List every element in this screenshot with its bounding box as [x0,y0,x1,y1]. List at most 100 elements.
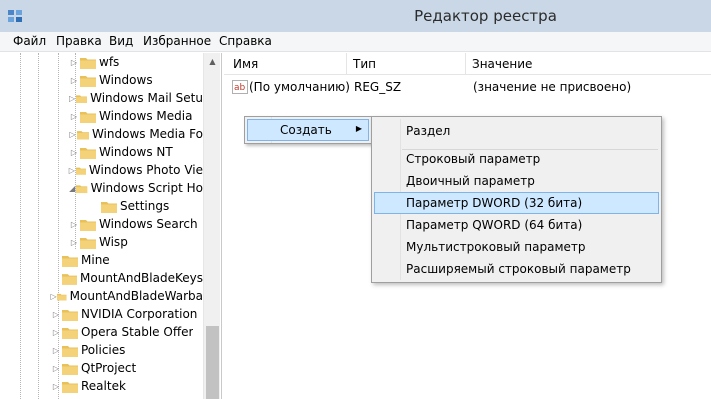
scrollbar-thumb[interactable] [206,326,219,399]
menu-item-label: Мультистроковый параметр [406,240,586,254]
expand-arrow-icon[interactable]: ▷ [50,346,62,355]
menu-item-binary-value[interactable]: Двоичный параметр [374,170,659,192]
menu-item-key[interactable]: Раздел [374,120,659,142]
create-submenu: Раздел Строковый параметр Двоичный парам… [371,116,662,283]
tree-item[interactable]: Mine [50,251,110,269]
window-title: Редактор реестра [414,7,557,25]
tree-item[interactable]: ▷ Opera Stable Offer [50,323,193,341]
menu-file[interactable]: Файл [13,34,46,48]
tree-item-label: MountAndBladeWarba [69,289,203,303]
tree-item[interactable]: MountAndBladeKeys [50,269,203,287]
tree-item-label: Mine [81,253,110,267]
expand-arrow-icon[interactable]: ▷ [68,76,80,85]
tree-item-label: Settings [120,199,170,213]
tree-scrollbar[interactable]: ▲ [203,53,220,399]
expand-arrow-icon[interactable]: ▷ [68,58,80,67]
tree-item-label: QtProject [81,361,137,375]
context-menu: Создать ▶ [244,116,372,144]
scroll-up-arrow-icon[interactable]: ▲ [204,53,221,70]
tree-item[interactable]: ▷ wfs [68,53,119,71]
menu-item-expandable-string-value[interactable]: Расширяемый строковый параметр [374,258,659,280]
menu-item-label: Расширяемый строковый параметр [406,262,631,276]
menu-item-qword-value[interactable]: Параметр QWORD (64 бита) [374,214,659,236]
tree-item[interactable]: ▷ Windows Mail Setu [68,89,203,107]
tree-item-label: Wisp [99,235,128,249]
tree-item[interactable]: ▷ Windows [68,71,153,89]
tree-item-label: MountAndBladeKeys [80,271,203,285]
folder-icon [62,345,78,357]
tree-item-label: Windows Photo Vie [88,163,203,177]
tree-item-label: Opera Stable Offer [81,325,194,339]
tree-item[interactable]: ▷ NVIDIA Corporation [50,305,198,323]
tree-item[interactable]: ▷ Windows Media Fo [68,125,203,143]
tree-item[interactable]: ◢ Windows Script Ho [68,179,203,197]
value-type: REG_SZ [354,80,402,94]
folder-icon [62,381,78,393]
menu-bar: Файл Правка Вид Избранное Справка [0,32,711,52]
expand-arrow-icon[interactable]: ▷ [68,112,80,121]
folder-icon [61,273,78,285]
folder-icon [101,201,117,213]
menu-item-create-label: Создать [280,123,332,137]
folder-icon [75,167,86,175]
string-value-icon: ab [232,80,248,94]
menu-item-dword-value[interactable]: Параметр DWORD (32 бита) [374,192,659,214]
tree-item-label: Windows NT [99,145,173,159]
tree-item[interactable]: Settings [89,197,170,215]
folder-icon [80,111,96,123]
expand-arrow-icon[interactable]: ▷ [68,130,77,139]
tree-item-label: Windows Media [99,109,193,123]
expand-arrow-icon[interactable]: ▷ [68,220,80,229]
expand-arrow-icon[interactable]: ▷ [68,166,76,175]
menu-item-create[interactable]: Создать ▶ [247,119,369,141]
tree-item-label: Windows Script Ho [90,181,203,195]
tree-item[interactable]: ▷ MountAndBladeWarba [50,287,203,305]
tree-item-label: wfs [99,55,120,69]
expand-arrow-icon[interactable]: ▷ [68,238,80,247]
tree-item[interactable]: ▷ Realtek [50,377,126,395]
column-type-header[interactable]: Тип [353,57,376,71]
column-name-header[interactable]: Имя [233,57,258,71]
tree-item[interactable]: ▷ Policies [50,341,125,359]
folder-icon [80,219,96,231]
menu-edit[interactable]: Правка [56,34,102,48]
column-divider[interactable] [465,53,466,75]
menu-favorites[interactable]: Избранное [143,34,211,48]
table-row[interactable]: ab (По умолчанию) REG_SZ (значение не пр… [224,77,711,97]
column-divider[interactable] [346,53,347,75]
tree-item-label: Windows Search [99,217,198,231]
expand-arrow-icon[interactable]: ▷ [68,94,76,103]
tree-item-label: Windows Mail Setu [90,91,203,105]
folder-icon [76,184,88,193]
expand-arrow-icon[interactable]: ▷ [50,328,62,337]
tree-item[interactable]: ▷ Windows Search [68,215,198,233]
menu-view[interactable]: Вид [109,34,133,48]
tree-item-label: Realtek [81,379,126,393]
menu-item-label: Строковый параметр [406,152,541,166]
svg-text:ab: ab [234,83,246,93]
expand-arrow-icon[interactable]: ▷ [50,382,62,391]
menu-item-label: Двоичный параметр [406,174,535,188]
title-bar[interactable]: Редактор реестра [0,0,711,32]
tree-item[interactable]: ▷ QtProject [50,359,136,377]
expand-arrow-icon[interactable]: ▷ [50,292,57,301]
expand-arrow-icon[interactable]: ▷ [50,364,62,373]
tree-item-label: Windows [99,73,153,87]
folder-icon [76,130,89,139]
folder-icon [62,327,78,339]
folder-icon [62,309,78,321]
tree-item-label: NVIDIA Corporation [81,307,198,321]
menu-help[interactable]: Справка [219,34,272,48]
column-value-header[interactable]: Значение [472,57,532,71]
tree-item[interactable]: ▷ Wisp [68,233,128,251]
menu-item-multi-string-value[interactable]: Мультистроковый параметр [374,236,659,258]
tree-item[interactable]: ▷ Windows NT [68,143,173,161]
value-name: (По умолчанию) [249,80,350,94]
tree-item[interactable]: ▷ Windows Media [68,107,193,125]
expand-arrow-icon[interactable]: ▷ [50,310,62,319]
tree-item[interactable]: ▷ Windows Photo Vie [68,161,203,179]
menu-item-string-value[interactable]: Строковый параметр [374,148,659,170]
collapse-arrow-icon[interactable]: ◢ [68,184,76,193]
folder-icon [80,75,96,87]
expand-arrow-icon[interactable]: ▷ [68,148,80,157]
